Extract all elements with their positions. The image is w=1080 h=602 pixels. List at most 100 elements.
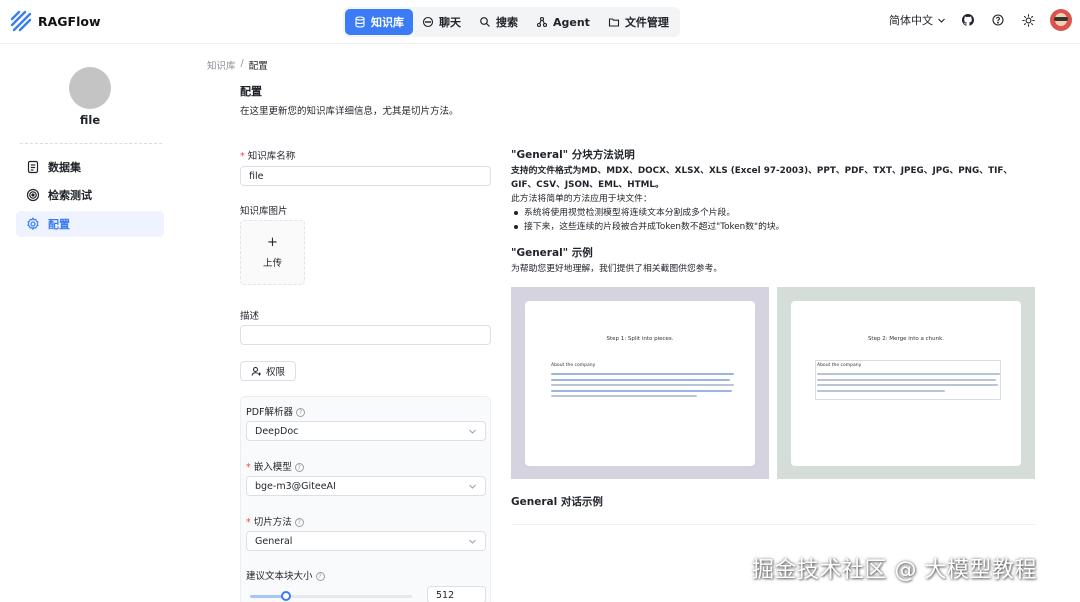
sidebar-divider xyxy=(20,143,162,144)
nav-agent[interactable]: Agent xyxy=(527,9,599,35)
chunk-method-value: General xyxy=(255,535,293,547)
section-divider xyxy=(511,524,1035,525)
list-item: 系统将使用视觉检测模型将连续文本分割成多个片段。 xyxy=(511,206,784,220)
dialog-example-title: General 对话示例 xyxy=(511,496,603,508)
agent-icon xyxy=(536,16,548,28)
sidebar-item-retrieval-test[interactable]: 检索测试 xyxy=(16,182,164,208)
sidebar-item-dataset[interactable]: 数据集 xyxy=(16,154,164,180)
upload-label: 上传 xyxy=(262,258,282,269)
theme-toggle-icon[interactable] xyxy=(1020,12,1036,28)
app-name: RAGFlow xyxy=(38,13,101,29)
nav-chat[interactable]: 聊天 xyxy=(413,9,470,35)
help-circle-icon[interactable]: ? xyxy=(315,572,325,581)
example-step-caption: Step 1: Split into pieces. xyxy=(606,336,674,342)
database-icon xyxy=(355,16,365,28)
example-heading: About the company xyxy=(551,363,596,368)
pdf-parser-label-text: PDF解析器 xyxy=(246,407,294,418)
gear-icon xyxy=(27,217,39,231)
method-help-title: "General" 分块方法说明 xyxy=(511,149,635,161)
chunk-size-input[interactable]: 512 xyxy=(427,586,486,602)
nav-search[interactable]: 搜索 xyxy=(470,9,527,35)
example-text-lines xyxy=(551,373,734,401)
example-heading: About the company xyxy=(817,363,862,368)
nav-label: 文件管理 xyxy=(624,16,669,29)
example-card: Step 1: Split into pieces. About the com… xyxy=(525,301,755,466)
chunk-size-label-text: 建议文本块大小 xyxy=(246,571,313,582)
chevron-down-icon xyxy=(469,429,476,434)
chunk-method-label-text: 切片方法 xyxy=(253,517,292,528)
chevron-down-icon xyxy=(469,484,476,489)
method-intro: 此方法将简单的方法应用于块文件： xyxy=(511,194,652,204)
example-title: "General" 示例 xyxy=(511,247,593,259)
required-mark: * xyxy=(246,462,251,473)
kb-name-label-text: 知识库名称 xyxy=(247,151,296,162)
breadcrumb: 知识库 / 配置 xyxy=(207,58,268,72)
nav-label: 聊天 xyxy=(439,16,461,29)
example-description: 为帮助您更好地理解，我们提供了相关截图供您参考。 xyxy=(511,264,723,274)
help-circle-icon[interactable]: ? xyxy=(294,463,304,472)
breadcrumb-separator: / xyxy=(240,58,244,69)
text-line xyxy=(551,373,734,375)
supported-formats: 支持的文件格式为MD、MDX、DOCX、XLSX、XLS (Excel 97-2… xyxy=(511,166,1013,190)
kb-name-input[interactable]: file xyxy=(240,166,491,186)
embedding-model-value: bge-m3@GiteeAI xyxy=(255,480,336,492)
required-mark: * xyxy=(246,517,251,528)
nav-file-management[interactable]: 文件管理 xyxy=(599,9,678,35)
chevron-down-icon xyxy=(469,539,476,544)
kb-image-label: 知识库图片 xyxy=(240,206,288,217)
chunk-method-select[interactable]: General xyxy=(246,531,486,551)
nav-label: 搜索 xyxy=(496,16,518,29)
embedding-model-label: * 嵌入模型? xyxy=(246,459,304,473)
permission-button[interactable]: 权限 xyxy=(240,361,296,381)
breadcrumb-current: 配置 xyxy=(248,61,268,72)
method-steps-list: 系统将使用视觉检测模型将连续文本分割成多个片段。 接下来，这些连续的片段被合并成… xyxy=(511,206,784,234)
text-line xyxy=(551,389,733,392)
example-image-step-2: Step 2: Merge into a chunk. About the co… xyxy=(777,287,1035,479)
list-item: 接下来，这些连续的片段被合并成Token数不超过"Token数"的块。 xyxy=(511,220,784,234)
language-selector[interactable]: 简体中文 xyxy=(889,12,946,28)
page-description: 在这里更新您的知识库详细信息，尤其是切片方法。 xyxy=(240,106,459,117)
example-step-caption: Step 2: Merge into a chunk. xyxy=(867,336,945,342)
chunk-size-slider[interactable] xyxy=(250,595,412,598)
pdf-parser-select[interactable]: DeepDoc xyxy=(246,421,486,441)
text-line xyxy=(551,378,731,381)
description-label: 描述 xyxy=(240,311,260,322)
slider-thumb[interactable] xyxy=(280,591,291,601)
help-circle-icon[interactable]: ? xyxy=(294,518,304,527)
text-line xyxy=(551,384,734,386)
chunk-size-label: 建议文本块大小? xyxy=(246,568,325,582)
dataset-icon xyxy=(27,160,39,174)
user-avatar[interactable] xyxy=(1050,9,1072,31)
retrieval-test-icon xyxy=(26,188,40,202)
permission-button-label: 权限 xyxy=(265,367,285,378)
ragflow-logo-icon xyxy=(10,10,32,32)
embedding-model-label-text: 嵌入模型 xyxy=(253,462,292,473)
search-icon xyxy=(480,17,490,27)
help-icon[interactable] xyxy=(990,12,1006,28)
topbar-actions: 简体中文 xyxy=(889,9,1072,31)
page-title: 配置 xyxy=(240,85,262,98)
github-icon[interactable] xyxy=(960,12,976,28)
sidebar-item-label: 检索测试 xyxy=(48,189,92,202)
plus-icon: + xyxy=(267,235,278,250)
knowledge-base-avatar xyxy=(69,67,111,109)
required-mark: * xyxy=(240,151,245,162)
nav-knowledge-base[interactable]: 知识库 xyxy=(345,9,413,35)
help-circle-icon[interactable]: ? xyxy=(296,408,306,417)
text-line xyxy=(817,378,997,381)
chat-icon xyxy=(422,16,434,28)
folder-icon xyxy=(608,18,619,27)
app-logo[interactable]: RAGFlow xyxy=(10,10,101,32)
embedding-model-select[interactable]: bge-m3@GiteeAI xyxy=(246,476,486,496)
sidebar: file 数据集 检索测试 配置 xyxy=(0,45,180,602)
description-input[interactable] xyxy=(240,325,491,345)
nav-label: Agent xyxy=(553,15,590,29)
pdf-parser-value: DeepDoc xyxy=(255,425,299,437)
breadcrumb-root[interactable]: 知识库 xyxy=(207,58,236,72)
chunk-method-label: * 切片方法? xyxy=(246,514,304,528)
sidebar-item-configuration[interactable]: 配置 xyxy=(16,211,164,237)
text-line xyxy=(817,384,999,386)
image-upload-area[interactable]: + 上传 xyxy=(240,220,305,285)
example-image-step-1: Step 1: Split into pieces. About the com… xyxy=(511,287,769,479)
language-label: 简体中文 xyxy=(889,14,933,27)
